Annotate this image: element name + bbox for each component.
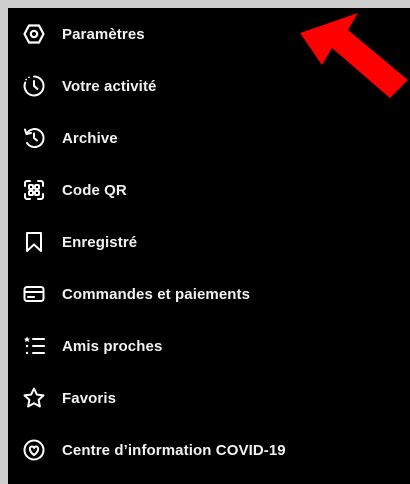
- menu-item-archive[interactable]: Archive: [8, 112, 410, 164]
- menu-item-label: Commandes et paiements: [62, 285, 251, 303]
- menu-item-label: Centre d’information COVID-19: [62, 441, 286, 459]
- annotation-arrow-icon: [296, 13, 410, 104]
- menu-item-covid-info[interactable]: Centre d’information COVID-19: [8, 424, 410, 476]
- covid-info-icon: [21, 437, 47, 463]
- menu-item-close-friends[interactable]: Amis proches: [8, 320, 410, 372]
- menu-item-label: Code QR: [62, 181, 127, 199]
- menu-item-label: Amis proches: [62, 337, 163, 355]
- archive-icon: [21, 125, 47, 151]
- bookmark-icon: [21, 229, 47, 255]
- settings-gear-icon: [21, 21, 47, 47]
- activity-icon: [21, 73, 47, 99]
- menu-item-saved[interactable]: Enregistré: [8, 216, 410, 268]
- menu-item-label: Archive: [62, 129, 118, 147]
- close-friends-list-icon: [21, 333, 47, 359]
- menu-item-label: Paramètres: [62, 25, 145, 43]
- screenshot-frame: Paramètres Votre activité Archive Code Q…: [0, 0, 410, 484]
- credit-card-icon: [21, 281, 47, 307]
- menu-item-label: Votre activité: [62, 77, 157, 95]
- menu-item-qr-code[interactable]: Code QR: [8, 164, 410, 216]
- menu-item-label: Favoris: [62, 389, 117, 407]
- qr-code-icon: [21, 177, 47, 203]
- menu-item-orders-payments[interactable]: Commandes et paiements: [8, 268, 410, 320]
- menu-item-label: Enregistré: [62, 233, 138, 251]
- star-icon: [21, 385, 47, 411]
- menu-item-favorites[interactable]: Favoris: [8, 372, 410, 424]
